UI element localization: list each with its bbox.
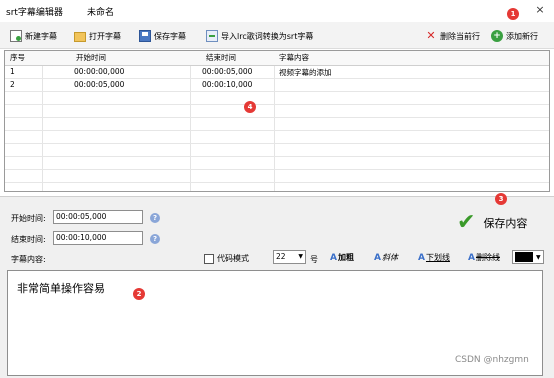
font-size-select[interactable]: 22 ▼	[273, 250, 306, 264]
annotation-marker-4: 4	[244, 101, 256, 113]
bold-icon: A	[330, 252, 337, 263]
new-file-icon	[10, 30, 22, 42]
underline-icon: A	[418, 252, 425, 263]
save-subtitle-button[interactable]: 保存字幕	[139, 27, 186, 45]
italic-icon: A	[374, 252, 381, 263]
end-time-input[interactable]: 00:00:10,000	[53, 231, 143, 245]
table-row[interactable]: 1 00:00:00,000 00:00:05,000 视频字幕的添加	[5, 66, 549, 79]
chevron-down-icon: ▼	[298, 253, 303, 260]
add-row-label: 添加新行	[506, 31, 538, 41]
import-icon	[206, 30, 218, 42]
app-title: srt字幕编辑器	[6, 8, 63, 18]
new-subtitle-button[interactable]: 新建字幕	[10, 27, 57, 45]
row-index: 1	[10, 67, 15, 76]
empty-row	[5, 144, 549, 157]
col-header-index: 序号	[10, 53, 25, 62]
import-lrc-button[interactable]: 导入lrc歌词转换为srt字幕	[206, 27, 313, 45]
color-swatch	[515, 252, 533, 262]
row-end-time: 00:00:10,000	[202, 80, 253, 89]
text-color-picker[interactable]: ▼	[512, 250, 544, 264]
font-size-value: 22	[276, 252, 286, 261]
open-subtitle-label: 打开字幕	[89, 31, 121, 41]
empty-row	[5, 92, 549, 105]
subtitle-content-text: 非常简单操作容易	[17, 282, 105, 295]
subtitle-grid[interactable]: 序号 开始时间 结束时间 字幕内容 1 00:00:00,000 00:00:0…	[4, 50, 550, 192]
help-icon[interactable]: ?	[150, 213, 160, 223]
document-name: 未命名	[87, 8, 115, 18]
empty-row	[5, 131, 549, 144]
green-check-icon: ✔	[457, 210, 476, 235]
font-size-unit: 号	[310, 255, 318, 264]
strikethrough-icon: A	[468, 252, 475, 263]
col-header-end: 结束时间	[206, 53, 236, 62]
start-time-input[interactable]: 00:00:05,000	[53, 210, 143, 224]
empty-row	[5, 170, 549, 183]
import-lrc-label: 导入lrc歌词转换为srt字幕	[221, 31, 314, 41]
chevron-down-icon: ▼	[536, 253, 541, 261]
close-button[interactable]: ×	[532, 3, 548, 17]
code-mode-label: 代码模式	[217, 254, 249, 263]
folder-icon	[74, 32, 86, 42]
floppy-icon	[139, 30, 151, 42]
row-index: 2	[10, 80, 15, 89]
underline-button[interactable]: A 下划线	[418, 252, 450, 263]
save-subtitle-label: 保存字幕	[154, 31, 186, 41]
help-icon[interactable]: ?	[150, 234, 160, 244]
strikethrough-button[interactable]: A 删除线	[468, 252, 500, 263]
delete-row-button[interactable]: ✕ 删除当前行	[425, 27, 480, 45]
col-header-content: 字幕内容	[279, 53, 309, 62]
green-plus-icon: +	[491, 30, 503, 42]
bold-label: 加粗	[337, 253, 354, 262]
row-start-time: 00:00:05,000	[74, 80, 125, 89]
title-bar	[0, 0, 554, 22]
content-label: 字幕内容:	[11, 255, 46, 264]
delete-row-label: 删除当前行	[440, 31, 480, 41]
code-mode-checkbox[interactable]: 代码模式	[204, 253, 249, 264]
row-end-time: 00:00:05,000	[202, 67, 253, 76]
row-start-time: 00:00:00,000	[74, 67, 125, 76]
start-time-label: 开始时间:	[11, 214, 46, 223]
watermark: CSDN @nhzgmn	[455, 355, 529, 365]
annotation-marker-3: 3	[495, 193, 507, 205]
italic-button[interactable]: A 斜体	[374, 252, 398, 263]
grid-header-row: 序号 开始时间 结束时间 字幕内容	[5, 51, 549, 66]
empty-row	[5, 105, 549, 118]
open-subtitle-button[interactable]: 打开字幕	[74, 27, 121, 45]
table-row[interactable]: 2 00:00:05,000 00:00:10,000	[5, 79, 549, 92]
save-content-button[interactable]: ✔ 保存内容	[457, 209, 547, 237]
red-x-icon: ✕	[426, 29, 436, 42]
new-subtitle-label: 新建字幕	[25, 31, 57, 41]
add-row-button[interactable]: + 添加新行	[491, 27, 538, 45]
italic-label: 斜体	[381, 253, 398, 262]
annotation-marker-2: 2	[133, 288, 145, 300]
underline-label: 下划线	[425, 253, 450, 262]
bold-button[interactable]: A 加粗	[330, 252, 354, 263]
row-content: 视频字幕的添加	[279, 68, 332, 77]
empty-row	[5, 157, 549, 170]
strikethrough-label: 删除线	[475, 253, 500, 262]
checkbox-icon	[204, 253, 214, 264]
end-time-label: 结束时间:	[11, 235, 46, 244]
empty-row	[5, 118, 549, 131]
annotation-marker-1: 1	[507, 8, 519, 20]
save-content-label: 保存内容	[483, 217, 528, 230]
col-header-start: 开始时间	[76, 53, 106, 62]
